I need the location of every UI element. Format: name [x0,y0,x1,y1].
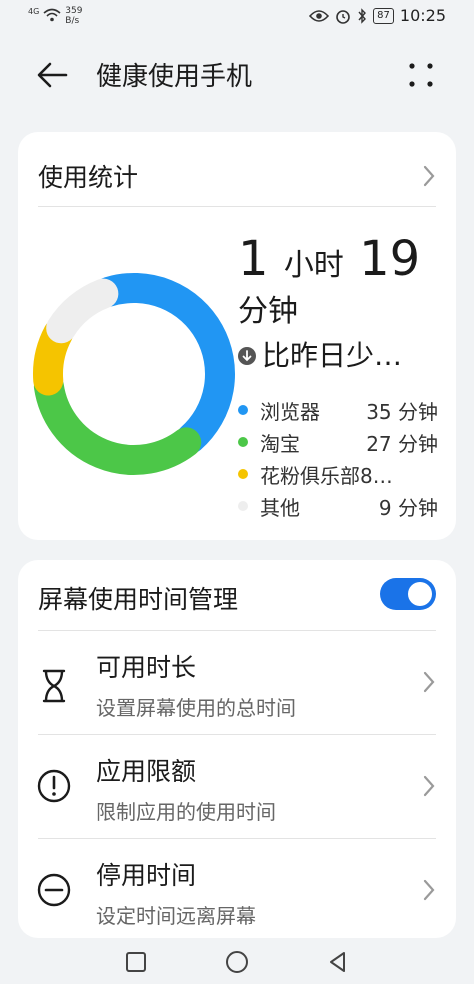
daily-comparison: 比昨日少… [238,336,402,376]
legend-item: 花粉俱乐部8… [238,458,438,490]
minus-circle-icon [37,873,71,907]
legend-dot [238,501,248,511]
toggle-knob [408,582,432,606]
chevron-right-icon [423,671,435,693]
signal-indicator: 4G [28,7,40,16]
divider [38,206,436,207]
app-bar: 健康使用手机 [0,44,474,106]
status-bar: 4G 359 B/s 87 10:25 [0,0,474,34]
chevron-right-icon [423,775,435,797]
network-speed: 359 B/s [65,6,83,26]
divider [38,630,436,631]
divider [38,734,436,735]
donut-segment [94,273,235,454]
more-options-icon[interactable] [404,58,438,92]
total-usage-time: 1 小时 19 [238,231,421,287]
screen-time-management-title: 屏幕使用时间管理 [38,585,239,614]
chevron-right-icon[interactable] [422,164,436,188]
screen-time-toggle[interactable] [380,578,436,610]
back-button[interactable] [326,950,350,974]
screen-time-management-card: 屏幕使用时间管理 可用时长 设置屏幕使用的总时间 应用限额 限制应用的使用时间 [18,560,456,938]
home-button[interactable] [225,950,249,974]
legend-dot [238,469,248,479]
wifi-icon [43,8,61,22]
total-usage-minutes-unit: 分钟 [238,294,298,329]
usage-legend: 浏览器 35 分钟 淘宝 27 分钟 花粉俱乐部8… 其他 9 分钟 [238,394,438,522]
donut-segment [33,371,202,475]
legend-dot [238,405,248,415]
hourglass-icon [42,669,66,703]
battery-indicator: 87 [373,7,394,24]
alert-circle-icon [37,769,71,803]
legend-item: 其他 9 分钟 [238,490,438,522]
recent-apps-button[interactable] [124,950,148,974]
page-title: 健康使用手机 [96,62,253,92]
legend-item: 淘宝 27 分钟 [238,426,438,458]
clock: 10:25 [399,6,446,25]
legend-dot [238,437,248,447]
legend-item: 浏览器 35 分钟 [238,394,438,426]
arrow-down-circle-icon [238,347,256,365]
usage-donut-chart [33,273,235,475]
usage-stats-title: 使用统计 [38,163,139,192]
alarm-icon [336,9,350,24]
eye-icon [309,9,330,22]
divider [38,838,436,839]
chevron-right-icon [423,879,435,901]
usage-stats-card[interactable]: 使用统计 1 小时 19 分钟 比昨日少… 浏览器 35 分钟 淘宝 27 分钟… [18,132,456,540]
bluetooth-icon [358,7,367,24]
back-arrow-icon[interactable] [34,58,72,92]
navigation-bar [0,940,474,984]
donut-segment [46,278,119,344]
